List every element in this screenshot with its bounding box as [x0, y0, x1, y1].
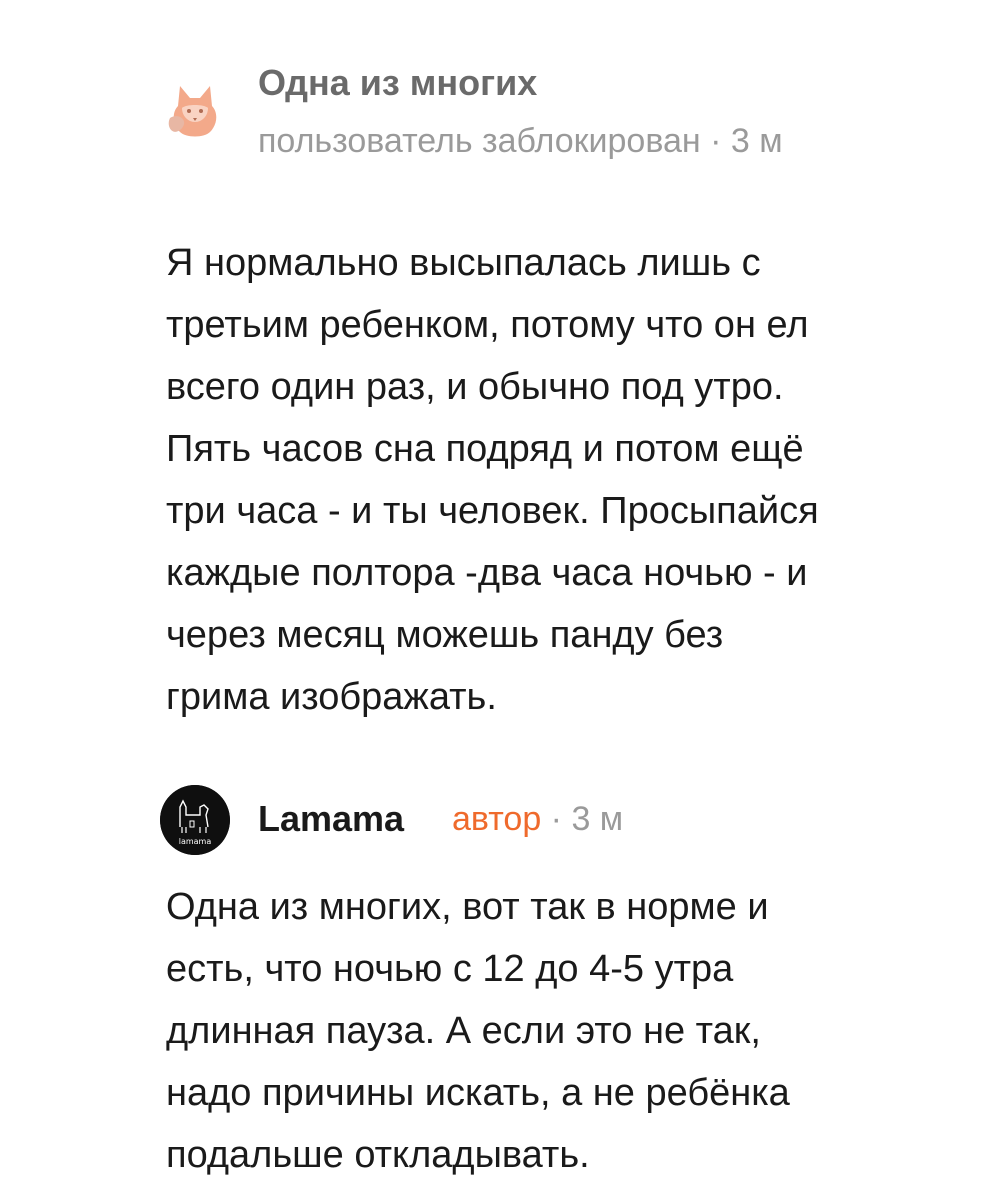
- comment-author-name[interactable]: Lamama: [258, 798, 404, 840]
- comment-text-line: подальше откладывать.: [166, 1134, 590, 1176]
- comment-text-line: Одна из многих, вот так в норме и: [166, 886, 769, 928]
- comment-meta: пользователь заблокирован · 3 м: [258, 122, 783, 160]
- comment-text-line: Пять часов сна подряд и потом ещё: [166, 428, 804, 470]
- comment-text: Я нормально высыпалась лишь с третьим ре…: [166, 232, 966, 728]
- comment-text-line: всего один раз, и обычно под утро.: [166, 366, 784, 408]
- lamama-logo-avatar[interactable]: lamama: [160, 785, 230, 855]
- fox-avatar-icon[interactable]: [160, 78, 230, 148]
- comment-text-line: надо причины искать, а не ребёнка: [166, 1072, 790, 1114]
- comment-text: Одна из многих, вот так в норме и есть, …: [166, 876, 966, 1186]
- comment-text-line: три часа - и ты человек. Просыпайся: [166, 490, 819, 532]
- comment-text-line: длинная пауза. А если это не так,: [166, 1010, 761, 1052]
- author-badge: автор: [452, 800, 542, 838]
- comment-text-line: каждые полтора -два часа ночью - и: [166, 552, 808, 594]
- comment-meta: автор · 3 м: [452, 800, 623, 839]
- avatar-logo-text: lamama: [179, 837, 212, 846]
- comment-text-line: грима изображать.: [166, 676, 497, 718]
- comment-author-name[interactable]: Одна из многих: [258, 62, 537, 104]
- comment-text-line: третьим ребенком, потому что он ел: [166, 304, 809, 346]
- comment-text-line: Я нормально высыпалась лишь с: [166, 242, 761, 284]
- comment-text-line: через месяц можешь панду без: [166, 614, 724, 656]
- comment-text-line: есть, что ночью с 12 до 4-5 утра: [166, 948, 734, 990]
- comment-time: · 3 м: [541, 800, 624, 838]
